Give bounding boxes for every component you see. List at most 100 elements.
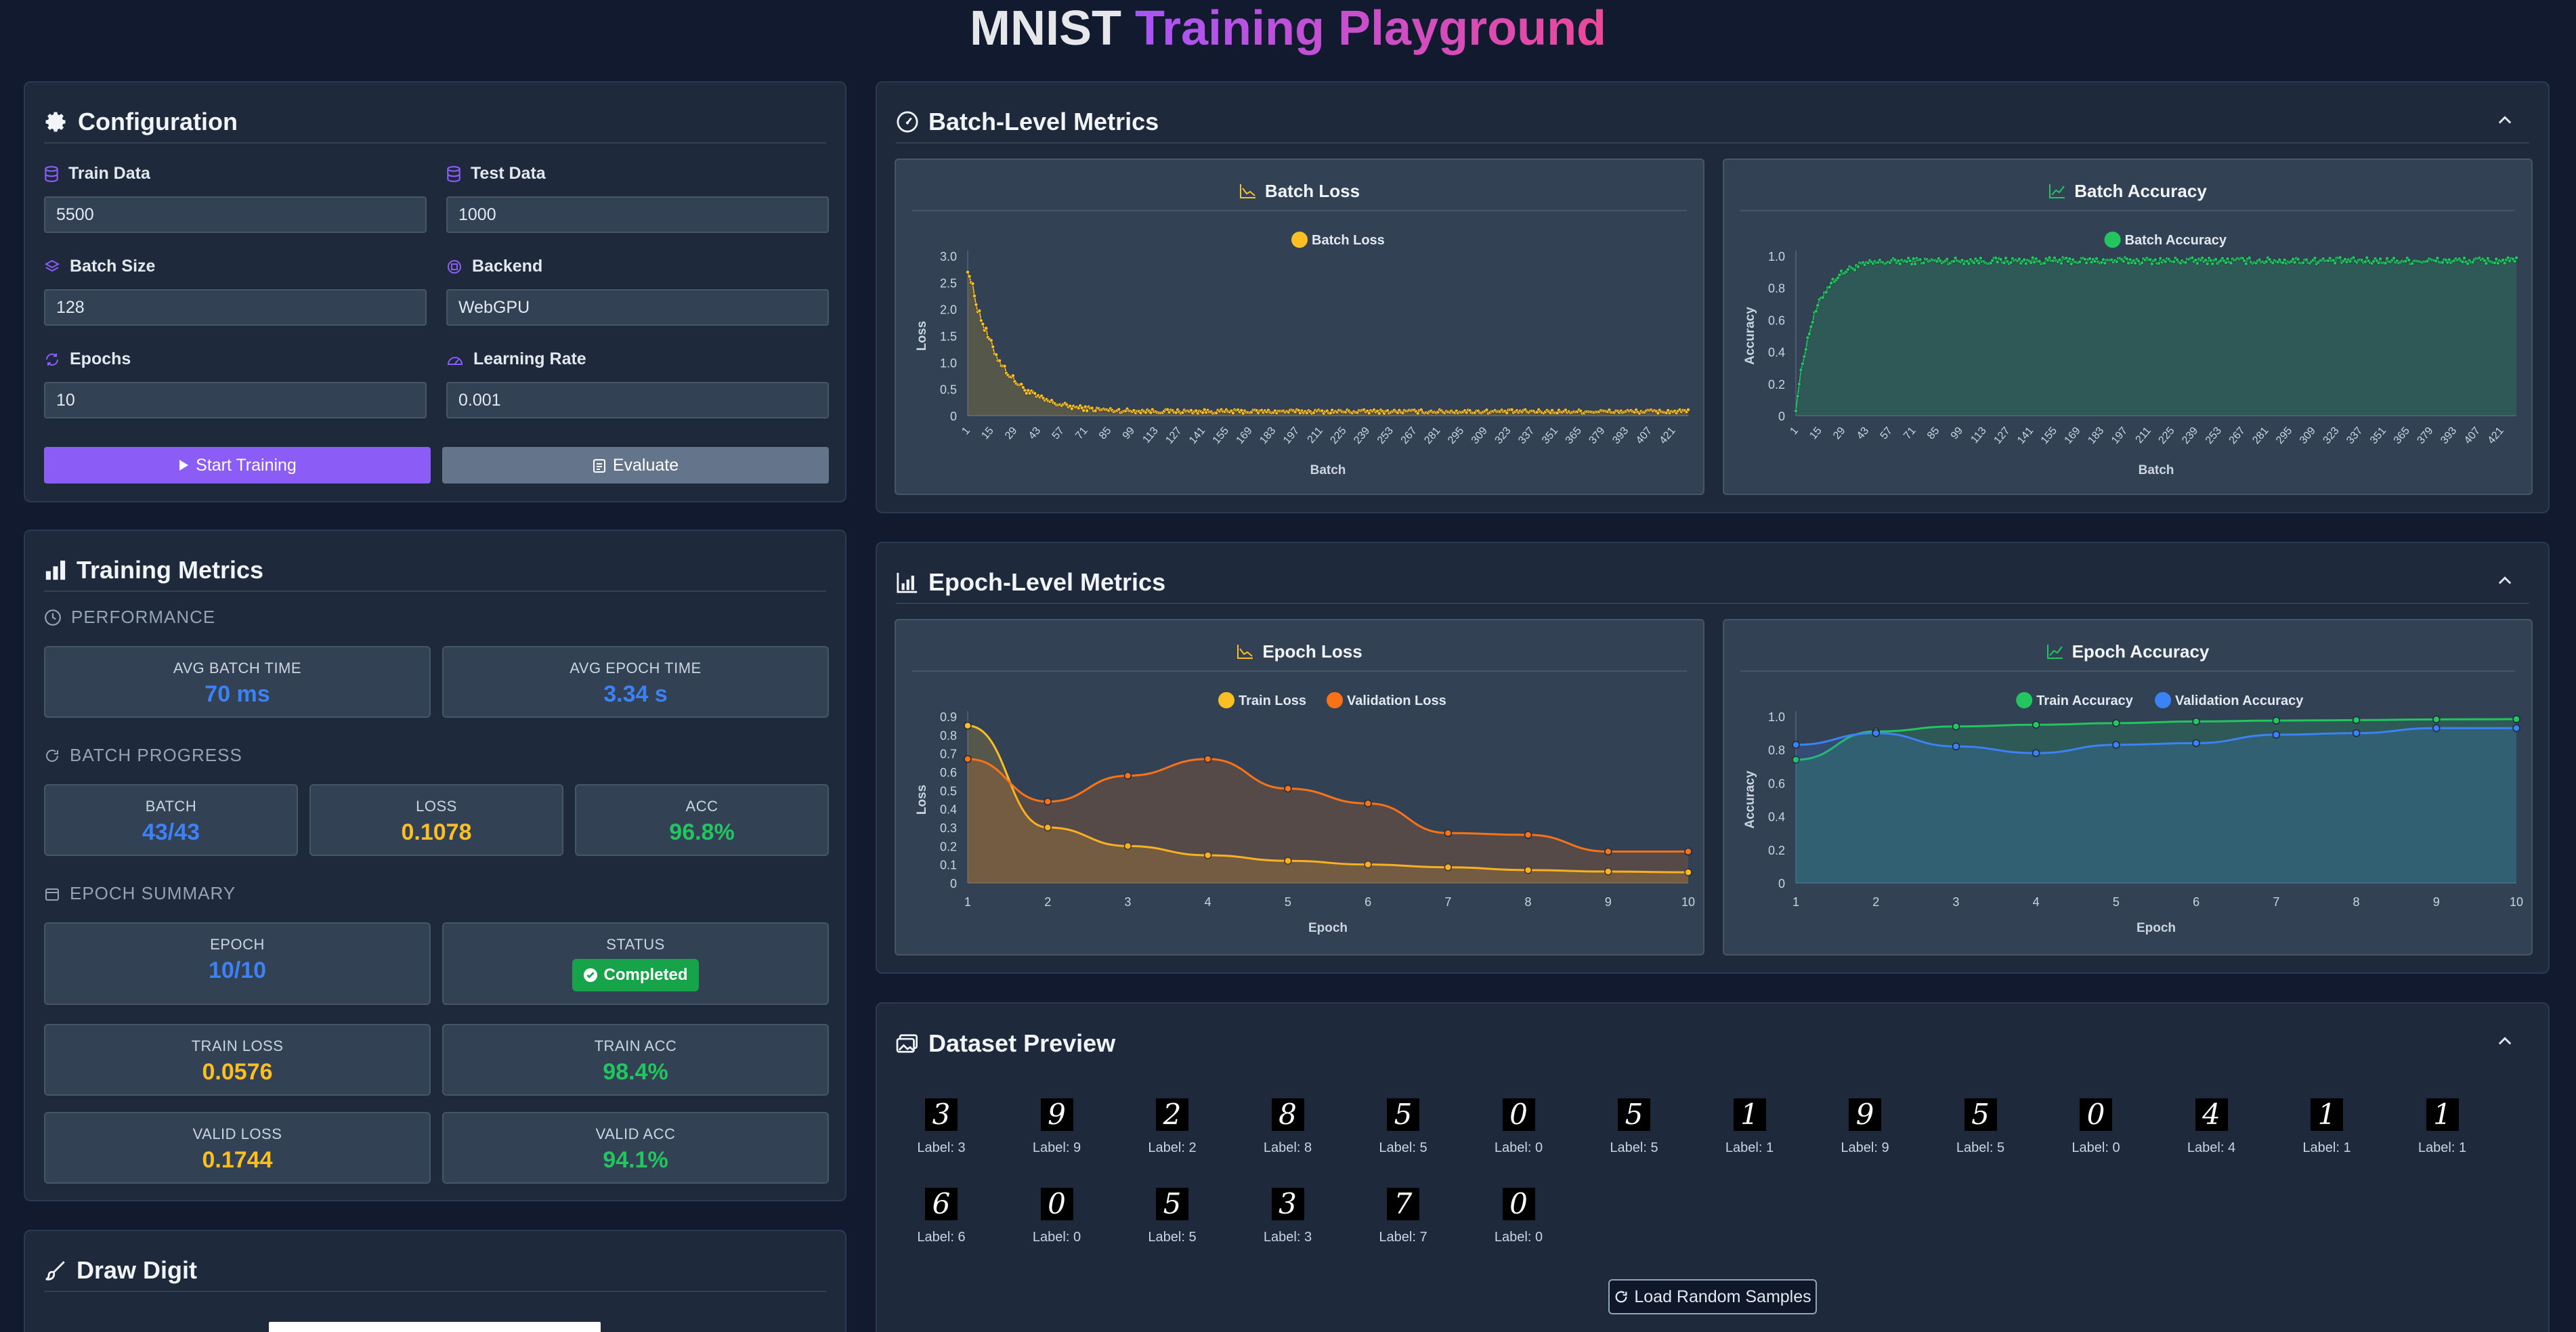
loss-card: LOSS 0.1078 <box>309 784 563 856</box>
avg-batch-time-label: AVG BATCH TIME <box>173 660 302 676</box>
data-point <box>1377 411 1381 416</box>
x-tick-label: 127 <box>1163 425 1184 446</box>
data-point <box>1977 261 1981 265</box>
epochs-input[interactable]: 10 <box>44 382 427 418</box>
train-data-input[interactable]: 5500 <box>44 196 427 233</box>
sample-digit-image: 3 <box>1271 1188 1304 1220</box>
drawing-canvas[interactable] <box>269 1322 601 1332</box>
batch-size-input[interactable]: 128 <box>44 289 427 326</box>
dataset-preview-title: Dataset Preview <box>928 1029 1116 1057</box>
valid-acc-label: VALID ACC <box>595 1125 676 1142</box>
data-point <box>1908 259 1912 263</box>
learning-rate-input[interactable]: 0.001 <box>446 382 829 418</box>
data-point <box>1852 267 1857 272</box>
data-point <box>2432 724 2441 732</box>
sample-digit-image: 5 <box>1156 1188 1188 1220</box>
x-tick-label: 211 <box>1305 425 1325 446</box>
x-tick-label: 6 <box>2193 895 2199 909</box>
legend-marker <box>2104 232 2121 248</box>
train-acc-label: TRAIN ACC <box>594 1037 677 1054</box>
data-point <box>2126 261 2130 265</box>
data-point <box>2272 716 2281 725</box>
sample-digit-image: 5 <box>1387 1098 1419 1131</box>
data-point <box>2124 257 2129 261</box>
x-tick-label: 9 <box>1605 895 1612 909</box>
x-tick-label: 8 <box>1525 895 1532 909</box>
data-point <box>1484 408 1489 412</box>
epoch-metrics-heading: Epoch-Level Metrics <box>896 562 2529 604</box>
data-point <box>2385 256 2389 261</box>
test-data-input[interactable]: 1000 <box>446 196 829 233</box>
avg-epoch-time-value: 3.34 s <box>603 681 668 707</box>
acc-value: 96.8% <box>669 819 735 845</box>
dataset-preview-heading: Dataset Preview <box>896 1023 2529 1065</box>
data-point <box>2214 257 2218 261</box>
train-loss-card: TRAIN LOSS 0.0576 <box>44 1024 431 1096</box>
epoch-accuracy-plot: Train Accuracy Validation Accuracy 0 0.2 0.4… <box>1743 692 2523 935</box>
x-tick-label: 85 <box>1097 425 1114 442</box>
x-tick-label: 323 <box>2321 425 2341 446</box>
sample-digit-image: 0 <box>1040 1188 1073 1220</box>
sample-digit-image: 7 <box>1387 1188 1419 1220</box>
data-point <box>1524 831 1532 839</box>
data-point <box>1203 755 1212 763</box>
legend-marker <box>2016 692 2033 708</box>
check-circle-icon <box>584 968 598 983</box>
x-tick-label: 113 <box>1969 425 1988 446</box>
legend-label: Batch Loss <box>1312 233 1385 248</box>
data-point <box>2148 257 2153 262</box>
y-tick-label: 0.6 <box>1768 314 1785 327</box>
chip-icon <box>448 259 461 274</box>
data-point <box>2032 721 2040 729</box>
batch-label: BATCH <box>145 798 197 815</box>
data-point <box>2192 739 2200 748</box>
data-point <box>2292 260 2297 265</box>
x-tick-label: 99 <box>1121 425 1138 442</box>
x-tick-label: 2 <box>1044 895 1051 909</box>
chevron-up-icon[interactable] <box>2495 572 2514 590</box>
sample-label: Label: 2 <box>1148 1140 1197 1155</box>
data-point <box>1952 742 1960 751</box>
data-point <box>1971 261 1976 265</box>
training-metrics-title: Training Metrics <box>77 556 264 584</box>
x-tick-label: 169 <box>2063 425 2083 446</box>
calendar-icon <box>45 888 59 901</box>
data-point <box>1002 364 1007 368</box>
avg-epoch-time-label: AVG EPOCH TIME <box>570 660 702 676</box>
loss-label: LOSS <box>416 798 457 815</box>
x-tick-label: 7 <box>1444 895 1451 909</box>
data-point <box>1083 404 1088 409</box>
train-acc-value: 98.4% <box>603 1059 668 1085</box>
x-tick-label: 421 <box>1658 425 1678 446</box>
epoch-metrics-panel: Epoch-Level Metrics Epoch Loss Train Los… <box>876 542 2550 974</box>
data-point <box>2392 256 2396 261</box>
chevron-up-icon[interactable] <box>2495 1032 2514 1051</box>
x-tick-label: 379 <box>2415 425 2435 446</box>
data-point <box>997 358 1002 363</box>
data-point <box>2009 260 2013 265</box>
sample-digit-image: 4 <box>2195 1098 2228 1131</box>
x-tick-label: 141 <box>2015 425 2036 446</box>
chevron-up-icon[interactable] <box>2495 111 2514 130</box>
epoch-card: EPOCH 10/10 <box>44 922 431 1005</box>
data-point <box>1019 382 1024 387</box>
dataset-preview-panel: Dataset Preview 3 Label: 3 9 Label: 9 2 Label… <box>876 1002 2550 1332</box>
x-tick-label: 379 <box>1587 425 1607 446</box>
x-tick-label: 9 <box>2433 895 2440 909</box>
evaluate-button[interactable]: Evaluate <box>442 447 829 484</box>
batch-size-label-text: Batch Size <box>70 257 156 276</box>
avg-batch-time-value: 70 ms <box>205 681 270 707</box>
data-point <box>2224 261 2228 265</box>
x-tick-label: 10 <box>1681 895 1695 909</box>
start-training-button[interactable]: Start Training <box>44 447 431 484</box>
x-tick-label: 5 <box>1285 895 1291 909</box>
backend-label: Backend <box>446 257 542 276</box>
y-tick-label: 0.8 <box>1768 282 1785 295</box>
load-random-samples-button[interactable]: Load Random Samples <box>1608 1279 1817 1314</box>
legend-label: Train Loss <box>1239 693 1306 708</box>
clock-icon <box>45 609 61 626</box>
refresh-icon <box>46 353 58 366</box>
backend-select[interactable]: WebGPU <box>446 289 829 326</box>
data-point <box>2512 715 2520 723</box>
data-point <box>964 721 972 730</box>
